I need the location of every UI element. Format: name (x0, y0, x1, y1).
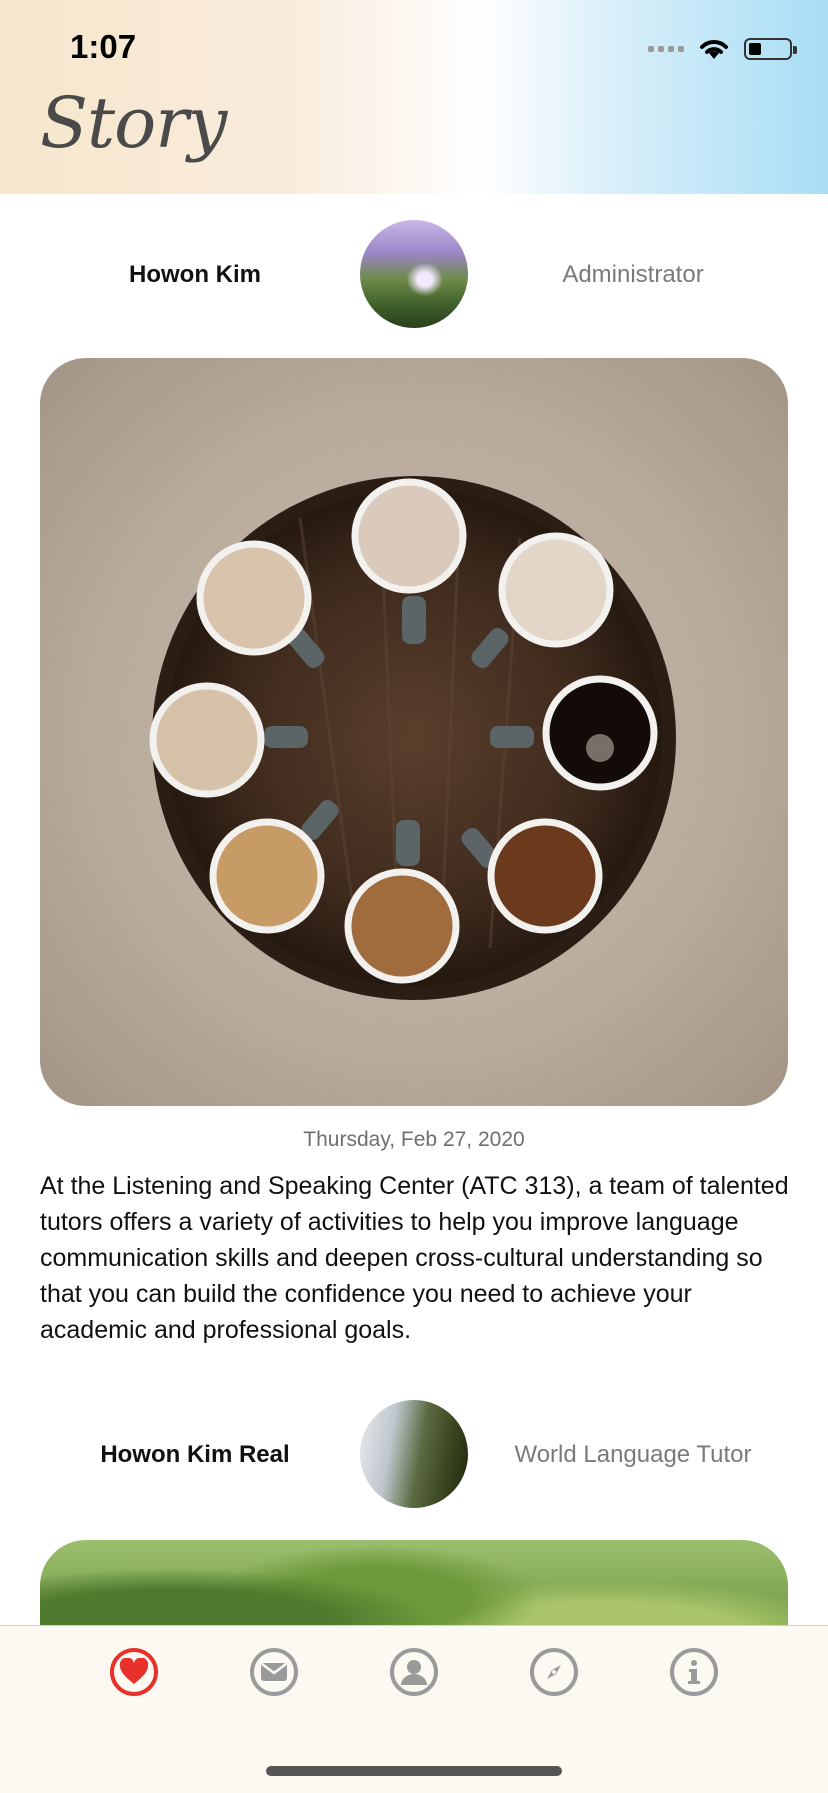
author-role: World Language Tutor (514, 1441, 752, 1468)
user-icon (401, 1660, 427, 1685)
status-indicators (648, 36, 797, 62)
post-date: Thursday, Feb 27, 2020 (303, 1128, 525, 1151)
heart-icon (119, 1658, 149, 1684)
tab-info[interactable] (670, 1648, 718, 1696)
tab-mail[interactable] (250, 1648, 298, 1696)
author-name[interactable]: Howon Kim (0, 220, 390, 330)
info-icon (688, 1660, 700, 1684)
header: 1:07 Story (0, 0, 828, 194)
app-title: Story (40, 82, 227, 164)
cellular-signal-icon (648, 46, 684, 52)
post-header: Howon Kim Real World Language Tutor (0, 1400, 828, 1510)
post-header: Howon Kim Administrator (0, 220, 828, 330)
wifi-icon (700, 40, 728, 59)
post-photo[interactable] (40, 358, 788, 1106)
coffee-cups-image (149, 476, 676, 1000)
battery-icon (744, 38, 797, 60)
tab-profile[interactable] (390, 1648, 438, 1696)
compass-icon (547, 1665, 561, 1679)
home-indicator[interactable] (266, 1766, 562, 1776)
mail-icon (261, 1663, 287, 1681)
author-role: Administrator (562, 261, 704, 288)
author-name[interactable]: Howon Kim Real (0, 1400, 390, 1510)
status-time: 1:07 (70, 28, 137, 65)
tab-heart[interactable] (110, 1648, 158, 1696)
post-body: At the Listening and Speaking Center (AT… (40, 1172, 789, 1344)
tab-explore[interactable] (530, 1648, 578, 1696)
